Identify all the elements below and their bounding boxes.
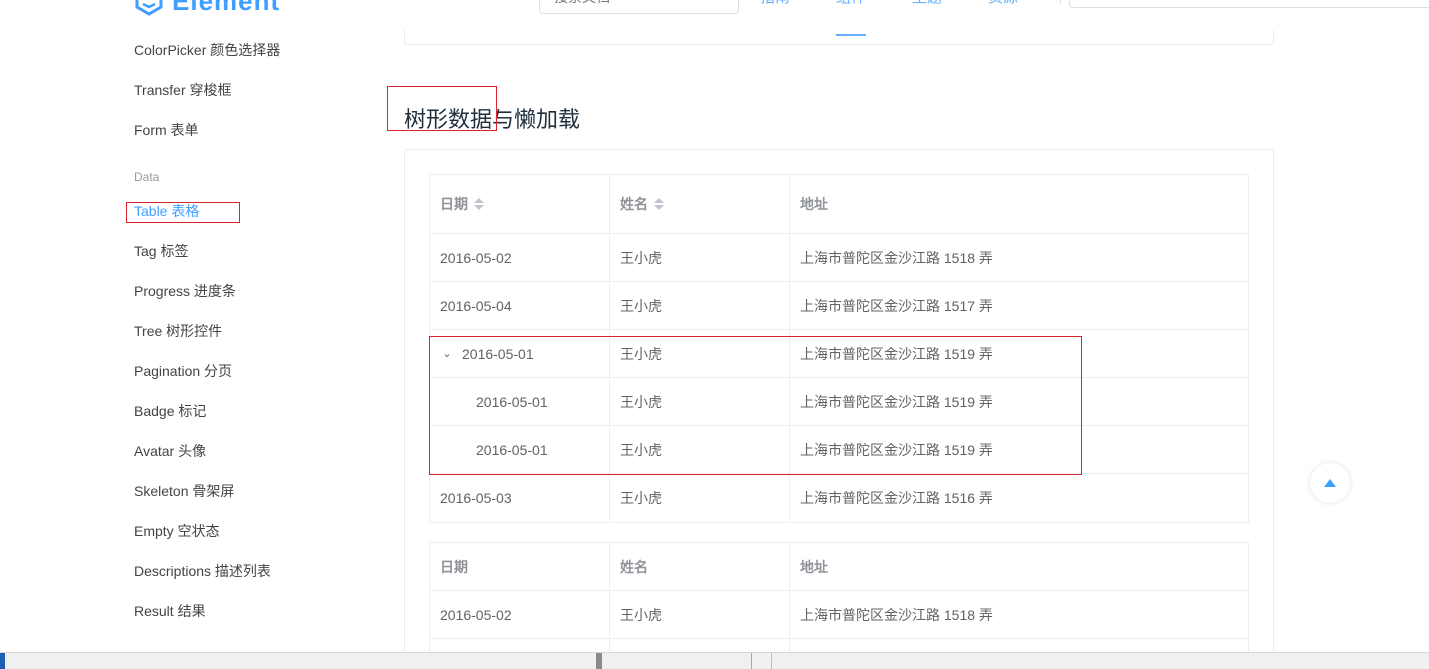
cell-date: 2016-05-04 — [430, 282, 610, 329]
cell-address: 上海市普陀区金沙江路 1519 弄 — [800, 345, 993, 362]
chevron-down-icon[interactable]: ⌄ — [440, 347, 454, 360]
sidebar-item-transfer[interactable]: Transfer 穿梭框 — [134, 80, 232, 100]
table-row[interactable]: 2016-05-03 王小虎 上海市普陀区金沙江路 1516 弄 — [430, 474, 1248, 522]
header-label: 日期 — [440, 196, 468, 212]
cell-name: 王小虎 — [610, 591, 790, 638]
logo-text: Element — [172, 0, 281, 16]
cell-address: 上海市普陀区金沙江路 1518 弄 — [800, 606, 993, 623]
sidebar-item-empty[interactable]: Empty 空状态 — [134, 521, 220, 541]
header-label: 姓名 — [620, 196, 648, 212]
header-cell-date: 日期 — [430, 543, 610, 590]
sidebar-item-result[interactable]: Result 结果 — [134, 601, 206, 621]
logo[interactable]: Element — [134, 0, 280, 16]
sidebar-item-pagination[interactable]: Pagination 分页 — [134, 361, 232, 381]
taskbar-separator — [751, 653, 752, 669]
cell-date-text: 2016-05-01 — [476, 393, 548, 410]
sidebar-item-descriptions[interactable]: Descriptions 描述列表 — [134, 561, 271, 581]
header-label: 地址 — [800, 196, 828, 212]
cell-name: 王小虎 — [610, 474, 790, 522]
header-cell-address: 地址 — [800, 558, 828, 575]
sidebar-item-tree[interactable]: Tree 树形控件 — [134, 321, 222, 341]
header-cell-date[interactable]: 日期 — [430, 175, 610, 233]
tree-table: 日期 姓名 地址 2016-05-02 王小虎 上海市普陀区金沙江路 1518 … — [429, 174, 1249, 523]
element-logo-icon — [135, 0, 163, 16]
taskbar-start-mark — [0, 653, 5, 669]
sidebar-group-data: Data — [134, 170, 160, 184]
cell-date: ⌄ 2016-05-01 — [430, 330, 610, 377]
cell-date: 2016-05-01 — [430, 378, 610, 425]
back-to-top-button[interactable] — [1310, 463, 1350, 503]
cell-address: 上海市普陀区金沙江路 1518 弄 — [800, 249, 993, 266]
header-cell-name[interactable]: 姓名 — [610, 175, 790, 233]
cell-date-text: 2016-05-01 — [462, 345, 534, 362]
cell-name: 王小虎 — [610, 282, 790, 329]
caret-up-icon — [1324, 479, 1336, 487]
table-row[interactable]: 2016-05-02 王小虎 上海市普陀区金沙江路 1518 弄 — [430, 591, 1248, 639]
table-row-expanded[interactable]: ⌄ 2016-05-01 王小虎 上海市普陀区金沙江路 1519 弄 — [430, 330, 1248, 378]
cell-name: 王小虎 — [610, 330, 790, 377]
cell-name: 王小虎 — [610, 378, 790, 425]
table-row[interactable]: 2016-05-02 王小虎 上海市普陀区金沙江路 1518 弄 — [430, 234, 1248, 282]
table-row-child[interactable]: 2016-05-01 王小虎 上海市普陀区金沙江路 1519 弄 — [430, 426, 1248, 474]
header-cell-address: 地址 — [790, 175, 1248, 233]
sort-caret-icon[interactable] — [654, 198, 664, 210]
cell-date: 2016-05-01 — [430, 426, 610, 473]
cell-address: 上海市普陀区金沙江路 1519 弄 — [800, 441, 993, 458]
version-select[interactable] — [1069, 0, 1429, 8]
search-input[interactable] — [539, 0, 739, 14]
cell-address: 上海市普陀区金沙江路 1519 弄 — [800, 393, 993, 410]
header-cell-name: 姓名 — [610, 543, 790, 590]
sidebar-item-tag[interactable]: Tag 标签 — [134, 241, 188, 261]
lazy-table: 日期 姓名 地址 2016-05-02 王小虎 上海市普陀区金沙江路 1518 … — [429, 542, 1249, 659]
cell-name: 王小虎 — [610, 426, 790, 473]
taskbar-separator — [771, 653, 772, 669]
sidebar-item-skeleton[interactable]: Skeleton 骨架屏 — [134, 481, 234, 501]
section-title: 树形数据与懒加载 — [404, 107, 581, 132]
taskbar-separator — [596, 653, 602, 669]
sidebar-item-form[interactable]: Form 表单 — [134, 120, 199, 140]
cell-date: 2016-05-02 — [430, 591, 610, 638]
sidebar-item-progress[interactable]: Progress 进度条 — [134, 281, 236, 301]
sidebar-item-table[interactable]: Table 表格 — [134, 201, 199, 221]
table-header-row: 日期 姓名 地址 — [430, 543, 1248, 591]
nav-divider — [1060, 0, 1061, 4]
sort-caret-icon[interactable] — [474, 198, 484, 210]
taskbar — [0, 652, 1429, 669]
cell-name: 王小虎 — [610, 234, 790, 281]
previous-demo-block — [404, 30, 1274, 45]
cell-address: 上海市普陀区金沙江路 1516 弄 — [800, 490, 993, 506]
cell-date-text: 2016-05-01 — [476, 441, 548, 458]
sidebar-item-badge[interactable]: Badge 标记 — [134, 401, 206, 421]
sidebar-item-avatar[interactable]: Avatar 头像 — [134, 441, 206, 461]
table-row-child[interactable]: 2016-05-01 王小虎 上海市普陀区金沙江路 1519 弄 — [430, 378, 1248, 426]
cell-date: 2016-05-02 — [430, 234, 610, 281]
table-row[interactable]: 2016-05-04 王小虎 上海市普陀区金沙江路 1517 弄 — [430, 282, 1248, 330]
sidebar-item-colorpicker[interactable]: ColorPicker 颜色选择器 — [134, 40, 280, 60]
cell-date: 2016-05-03 — [430, 474, 610, 522]
cell-address: 上海市普陀区金沙江路 1517 弄 — [800, 297, 993, 314]
table-header-row: 日期 姓名 地址 — [430, 175, 1248, 234]
